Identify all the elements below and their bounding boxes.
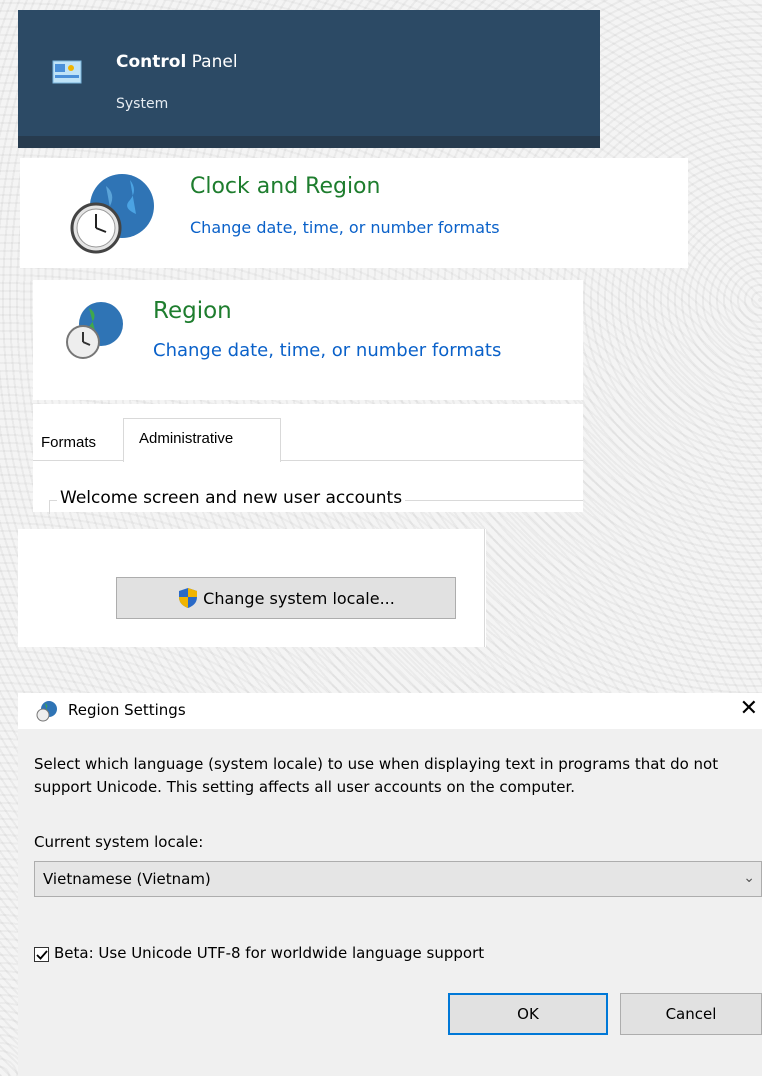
region-link[interactable]: Change date, time, or number formats bbox=[153, 340, 501, 361]
region-settings-dialog: Region Settings ✕ Select which language … bbox=[18, 693, 762, 1076]
tab-administrative[interactable]: Administrative bbox=[123, 418, 281, 462]
chevron-down-icon: ⌄ bbox=[743, 870, 755, 886]
current-locale-label: Current system locale: bbox=[34, 833, 204, 851]
beta-utf8-label[interactable]: Beta: Use Unicode UTF-8 for worldwide la… bbox=[54, 944, 484, 962]
dialog-description: Select which language (system locale) to… bbox=[34, 755, 719, 796]
region-icon bbox=[63, 298, 125, 360]
change-system-locale-button[interactable]: Change system locale... bbox=[116, 577, 456, 619]
region-tabs-panel: Formats Administrative Welcome screen an… bbox=[33, 404, 583, 514]
control-panel-title: Control Panel bbox=[116, 52, 238, 72]
control-panel-subtitle: System bbox=[116, 96, 169, 112]
cancel-button[interactable]: Cancel bbox=[620, 993, 762, 1035]
tile-footer-bar bbox=[18, 136, 600, 148]
tab-formats[interactable]: Formats bbox=[41, 434, 96, 451]
close-icon[interactable]: ✕ bbox=[740, 696, 758, 721]
change-system-locale-label: Change system locale... bbox=[203, 588, 395, 608]
locale-button-panel: Change system locale... bbox=[18, 529, 486, 647]
control-panel-tile[interactable]: Control Panel System bbox=[18, 10, 600, 148]
system-locale-select[interactable]: Vietnamese (Vietnam) ⌄ bbox=[34, 861, 762, 897]
beta-utf8-checkbox[interactable] bbox=[34, 947, 49, 962]
uac-shield-icon bbox=[179, 588, 198, 608]
region-icon bbox=[36, 700, 58, 722]
region-heading[interactable]: Region bbox=[153, 298, 232, 324]
system-locale-value: Vietnamese (Vietnam) bbox=[43, 870, 211, 888]
clock-region-link[interactable]: Change date, time, or number formats bbox=[190, 218, 500, 237]
tab-administrative-label: Administrative bbox=[139, 430, 234, 447]
clock-globe-icon bbox=[70, 170, 155, 255]
group-border-right bbox=[484, 529, 485, 647]
ok-button[interactable]: OK bbox=[448, 993, 608, 1035]
clock-region-panel: Clock and Region Change date, time, or n… bbox=[20, 158, 688, 268]
group-label: Welcome screen and new user accounts bbox=[57, 488, 406, 508]
tab-strip-line bbox=[33, 460, 583, 461]
checkmark-icon bbox=[36, 950, 48, 960]
clock-region-heading[interactable]: Clock and Region bbox=[190, 174, 380, 199]
group-border-left bbox=[49, 500, 50, 514]
dialog-title: Region Settings bbox=[68, 701, 186, 719]
region-panel: Region Change date, time, or number form… bbox=[33, 280, 583, 400]
control-panel-icon bbox=[52, 60, 82, 84]
